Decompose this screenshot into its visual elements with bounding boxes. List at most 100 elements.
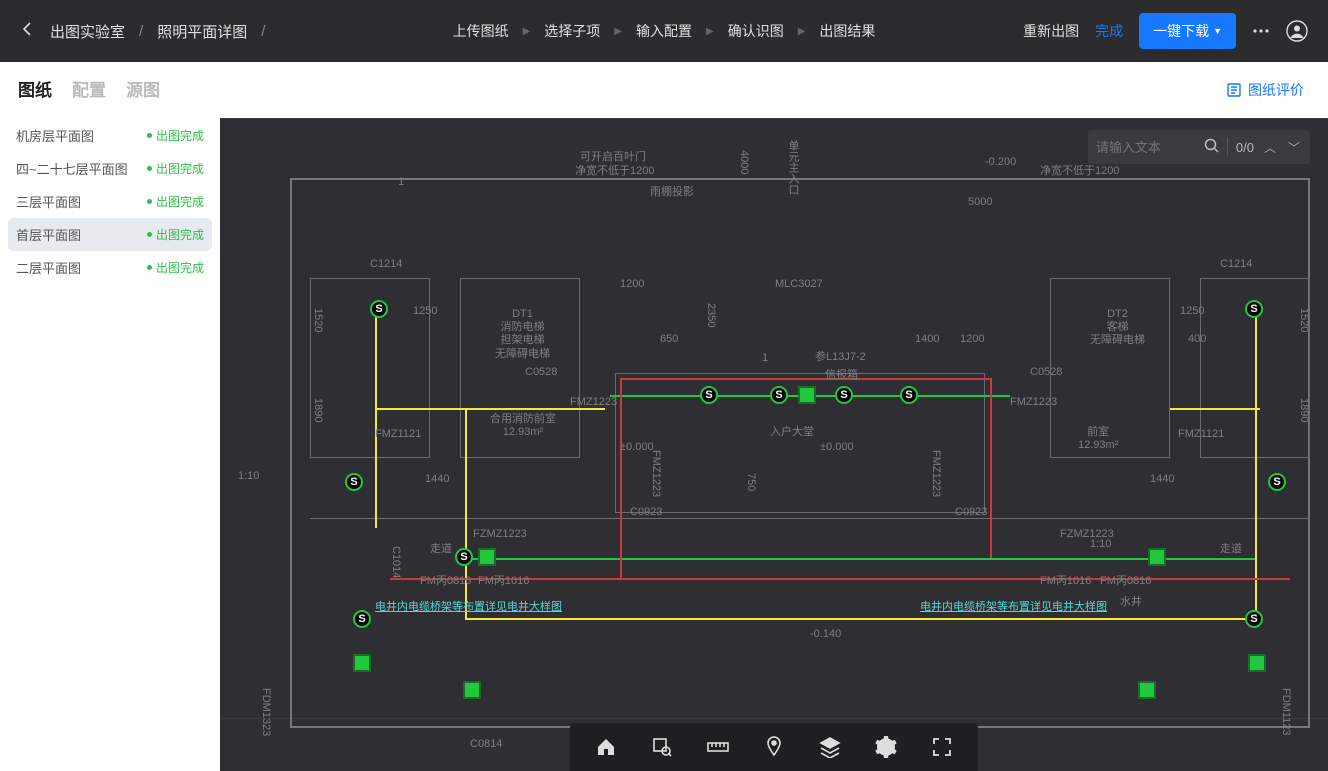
fmz1121-l: FMZ1121 (375, 428, 421, 440)
layers-icon[interactable] (816, 733, 844, 761)
user-icon[interactable] (1286, 20, 1308, 42)
search-icon[interactable] (1204, 138, 1219, 156)
fzmz-l: FZMZ1223 (473, 528, 527, 540)
c0923-r: C0923 (955, 506, 987, 518)
dim-1440: 1440 (425, 473, 449, 485)
fullscreen-icon[interactable] (928, 733, 956, 761)
fmz-r: FMZ1223 (1010, 396, 1057, 408)
step-select[interactable]: 选择子项 (544, 21, 600, 41)
drawing-list: 机房层平面图 出图完成 四~二十七层平面图 出图完成 三层平面图 出图完成 首层… (0, 111, 220, 292)
tab-config[interactable]: 配置 (72, 76, 106, 101)
dim-1520: 1520 (312, 308, 324, 332)
list-item[interactable]: 四~二十七层平面图 出图完成 (0, 152, 220, 185)
download-button[interactable]: 一键下载 ▼ (1139, 13, 1236, 49)
more-icon[interactable] (1252, 22, 1270, 40)
elev-r: ±0.000 (820, 441, 854, 453)
cyan-note-l: 电井内电缆桥架等布置详见电井大样图 (375, 598, 562, 614)
dim-5000: 5000 (968, 196, 992, 208)
list-item[interactable]: 机房层平面图 出图完成 (0, 119, 220, 152)
review-drawing-button[interactable]: 图纸评价 (1226, 80, 1304, 100)
chevron-down-icon: ▼ (1213, 26, 1222, 36)
canvas-topstrip: 图纸评价 (220, 62, 1328, 118)
item-name: 三层平面图 (16, 192, 81, 211)
c1014: C1014 (390, 546, 402, 578)
measure-icon[interactable] (704, 733, 732, 761)
crumb-sep: / (261, 23, 265, 40)
fmz-mid2: FMZ1223 (930, 450, 942, 497)
tab-drawing[interactable]: 图纸 (18, 76, 52, 101)
dim-1890: 1890 (312, 398, 324, 422)
dim-1520-r: 1520 (1298, 308, 1310, 332)
mlc: MLC3027 (775, 278, 823, 290)
crumb-page[interactable]: 照明平面详图 (157, 21, 247, 42)
fire-area: 12.93m² (490, 426, 556, 438)
chevron-right-icon: ▶ (798, 26, 806, 37)
c0923-l: C0923 (630, 506, 662, 518)
fire-room: 合用消防前室 (490, 410, 556, 426)
step-config[interactable]: 输入配置 (636, 21, 692, 41)
c0814: C0814 (470, 738, 502, 750)
fdm-r: FDM1123 (1280, 688, 1292, 735)
cyan-note-r: 电井内电缆桥架等布置详见电井大样图 (920, 598, 1107, 614)
step-confirm[interactable]: 确认识图 (728, 21, 784, 41)
fzmz-r: FZMZ1223 (1060, 528, 1114, 540)
dt1-l3: 担架电梯 (495, 334, 550, 347)
dim-1250-r: 1250 (1180, 305, 1204, 317)
settings-icon[interactable] (872, 733, 900, 761)
sidebar-tabs: 图纸 配置 源图 (0, 62, 220, 111)
ref: 参L13J7-2 (815, 348, 866, 364)
step-upload[interactable]: 上传图纸 (453, 21, 509, 41)
re-export-button[interactable]: 重新出图 (1023, 21, 1079, 41)
level-minus-r: -0.200 (985, 156, 1016, 168)
zoom-region-icon[interactable] (648, 733, 676, 761)
dt2-l3: 无障碍电梯 (1090, 334, 1145, 347)
canvas-area: 图纸评价 (220, 62, 1328, 771)
c1214-l: C1214 (370, 258, 402, 270)
dim-750: 750 (745, 473, 757, 491)
fm-right2: FM丙0816 (1100, 572, 1151, 588)
chevron-right-icon: ▶ (614, 26, 622, 37)
qian-area: 12.93m² (1078, 439, 1118, 451)
crumb-lab[interactable]: 出图实验室 (50, 21, 125, 42)
corridor-r: 走道 (1220, 540, 1242, 556)
search-prev-icon[interactable]: ︿ (1262, 139, 1278, 156)
elev-l: ±0.000 (620, 441, 654, 453)
pin-icon[interactable] (760, 733, 788, 761)
tab-source[interactable]: 源图 (126, 76, 160, 101)
cad-viewer[interactable]: S S S S S S S S S S S (220, 118, 1328, 771)
c1214-r: C1214 (1220, 258, 1252, 270)
c0528-r: C0528 (1030, 366, 1062, 378)
item-status: 出图完成 (147, 259, 204, 276)
dim-1200: 1200 (620, 278, 644, 290)
fm-left2: FM丙1016 (478, 572, 529, 588)
sidebar: 图纸 配置 源图 机房层平面图 出图完成 四~二十七层平面图 出图完成 三层平面… (0, 62, 220, 771)
label-1b: 1 (762, 352, 768, 364)
chevron-right-icon: ▶ (706, 26, 714, 37)
dim-1440-r: 1440 (1150, 473, 1174, 485)
back-icon[interactable] (20, 21, 36, 41)
dt2-title: DT2 (1090, 308, 1145, 321)
entry: 单元主入口 (785, 140, 801, 195)
c0528-l: C0528 (525, 366, 557, 378)
door-note2: 净宽不低于1200 (575, 162, 654, 178)
dim-1400: 1400 (915, 333, 939, 345)
home-icon[interactable] (592, 733, 620, 761)
search-input[interactable] (1096, 140, 1196, 155)
item-name: 首层平面图 (16, 225, 81, 244)
review-label: 图纸评价 (1248, 80, 1304, 100)
top-actions: 重新出图 完成 一键下载 ▼ (1023, 13, 1308, 49)
fm-left: FM丙0816 (420, 572, 471, 588)
item-status: 出图完成 (147, 226, 204, 243)
list-item[interactable]: 三层平面图 出图完成 (0, 185, 220, 218)
search-next-icon[interactable]: ﹀ (1286, 139, 1302, 156)
done-button[interactable]: 完成 (1095, 21, 1123, 41)
workflow-steps: 上传图纸▶ 选择子项▶ 输入配置▶ 确认识图▶ 出图结果 (453, 21, 876, 41)
item-status: 出图完成 (147, 160, 204, 177)
fdm-l: FDM1323 (260, 688, 272, 736)
list-item[interactable]: 首层平面图 出图完成 (8, 218, 212, 251)
fmz1121-r: FMZ1121 (1178, 428, 1224, 440)
dim-1890-r: 1890 (1298, 398, 1310, 422)
list-item[interactable]: 二层平面图 出图完成 (0, 251, 220, 284)
step-result[interactable]: 出图结果 (819, 21, 875, 41)
body: 图纸 配置 源图 机房层平面图 出图完成 四~二十七层平面图 出图完成 三层平面… (0, 62, 1328, 771)
